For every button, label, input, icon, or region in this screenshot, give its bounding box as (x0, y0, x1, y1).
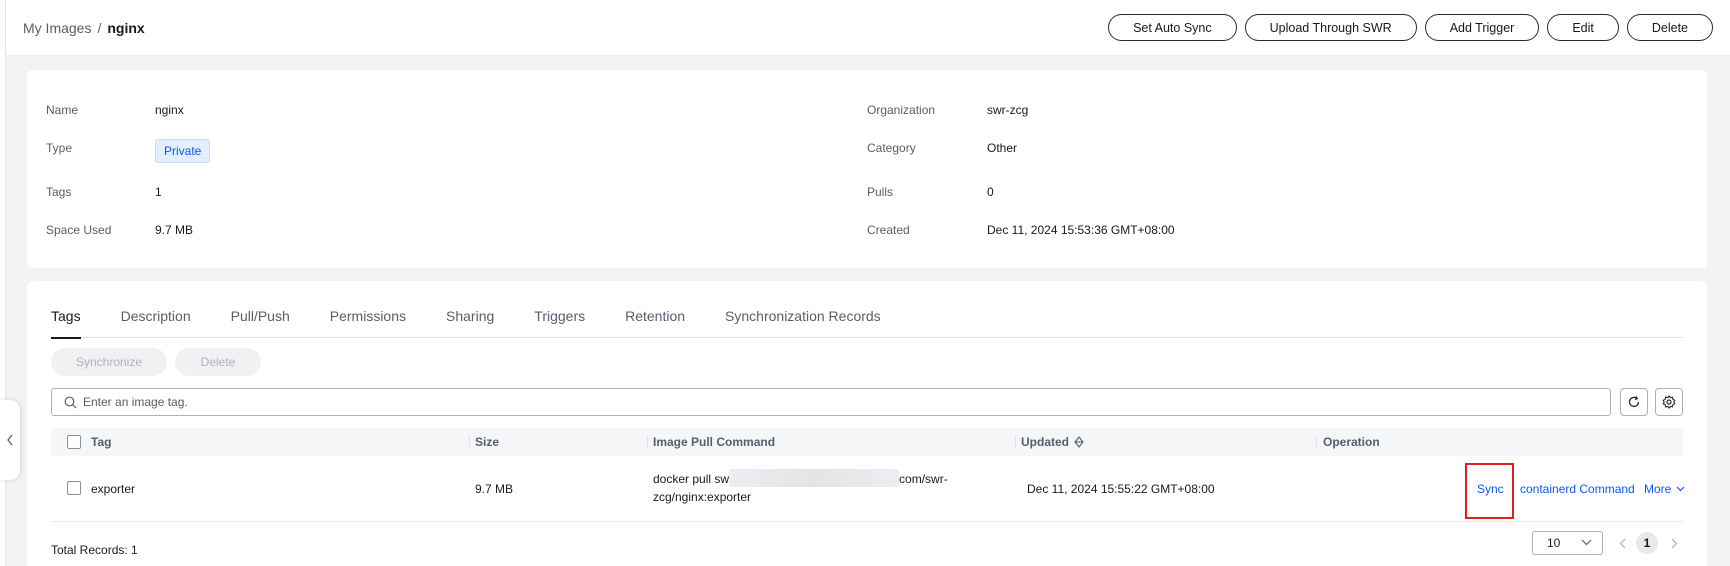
add-trigger-button[interactable]: Add Trigger (1424, 14, 1540, 41)
column-divider (1015, 435, 1016, 449)
space-used-label: Space Used (46, 223, 112, 237)
column-header-updated-label: Updated (1021, 435, 1069, 449)
tab-triggers[interactable]: Triggers (534, 308, 585, 338)
column-header-operation: Operation (1323, 435, 1380, 449)
refresh-icon (1628, 396, 1640, 408)
pull-command-cell: docker pull sw com/swr- zcg/nginx:exporte… (653, 469, 948, 506)
column-divider (647, 435, 648, 449)
page-size-value: 10 (1547, 536, 1561, 550)
refresh-button[interactable] (1620, 388, 1648, 416)
updated-cell: Dec 11, 2024 15:55:22 GMT+08:00 (1027, 482, 1215, 496)
pulls-value: 0 (987, 185, 994, 199)
current-page[interactable]: 1 (1636, 532, 1658, 554)
table-row: exporter 9.7 MB docker pull sw com/swr- z… (51, 456, 1685, 522)
tags-value: 1 (155, 185, 162, 199)
tab-permissions[interactable]: Permissions (330, 308, 406, 338)
pull-command-end: com/swr- (899, 472, 948, 486)
tag-cell: exporter (91, 482, 136, 496)
search-icon (64, 396, 77, 408)
set-auto-sync-button[interactable]: Set Auto Sync (1108, 14, 1237, 41)
select-all-checkbox[interactable] (67, 435, 81, 449)
type-label: Type (46, 141, 73, 155)
breadcrumb: My Images / nginx (23, 20, 145, 36)
select-all-cell (67, 428, 81, 456)
space-used-value: 9.7 MB (155, 223, 194, 237)
column-divider (469, 435, 470, 449)
gear-icon (1662, 395, 1676, 409)
breadcrumb-parent[interactable]: My Images (23, 20, 91, 36)
category-label: Category (867, 141, 916, 155)
column-header-size: Size (475, 435, 500, 449)
chevron-down-icon (1581, 539, 1592, 546)
tags-label: Tags (46, 185, 72, 199)
left-edge (0, 0, 6, 566)
sidebar-collapse-handle[interactable] (0, 400, 20, 480)
search-input[interactable] (83, 395, 1483, 409)
chevron-left-icon (1619, 538, 1625, 548)
chevron-right-icon (1671, 538, 1677, 548)
column-divider (1316, 435, 1317, 449)
synchronize-button[interactable]: Synchronize (51, 348, 167, 376)
pulls-label: Pulls (867, 185, 894, 199)
chevron-left-icon (7, 434, 13, 446)
organization-label: Organization (867, 103, 936, 117)
delete-button[interactable]: Delete (1626, 14, 1713, 41)
organization-value: swr-zcg (987, 103, 1029, 117)
row-checkbox[interactable] (67, 481, 81, 495)
containerd-command-link[interactable]: containerd Command (1520, 482, 1635, 496)
tab-synchronization-records[interactable]: Synchronization Records (725, 308, 881, 338)
tab-tags[interactable]: Tags (51, 308, 81, 339)
page-size-select[interactable]: 10 (1532, 531, 1603, 555)
size-cell: 9.7 MB (475, 482, 514, 496)
created-label: Created (867, 223, 910, 237)
next-page-button[interactable] (1664, 533, 1684, 553)
type-badge: Private (155, 139, 211, 163)
settings-button[interactable] (1655, 388, 1683, 416)
header-actions: Set Auto Sync Upload Through SWR Add Tri… (1108, 14, 1713, 41)
edit-button[interactable]: Edit (1547, 14, 1619, 41)
chevron-down-icon (1676, 486, 1685, 492)
redacted-region (729, 469, 900, 488)
tab-bar: Tags Description Pull/Push Permissions S… (51, 308, 1683, 339)
tab-pull-push[interactable]: Pull/Push (231, 308, 290, 338)
breadcrumb-separator: / (97, 19, 102, 36)
created-value: Dec 11, 2024 15:53:36 GMT+08:00 (987, 223, 1175, 237)
image-info-card: Name nginx Type Private Tags 1 Space Use… (27, 70, 1707, 268)
upload-through-swr-button[interactable]: Upload Through SWR (1244, 14, 1417, 41)
total-records: Total Records: 1 (51, 543, 138, 557)
column-header-updated[interactable]: Updated (1021, 428, 1084, 456)
sort-icon (1074, 436, 1084, 448)
more-dropdown[interactable]: More (1644, 482, 1685, 496)
more-label: More (1644, 482, 1672, 496)
table-header: Tag Size Image Pull Command Updated Oper… (51, 428, 1683, 456)
tags-card: Tags Description Pull/Push Permissions S… (27, 281, 1707, 566)
page-header: My Images / nginx Set Auto Sync Upload T… (6, 0, 1730, 56)
tab-description[interactable]: Description (121, 308, 191, 338)
bulk-delete-button[interactable]: Delete (175, 348, 261, 376)
name-value: nginx (155, 103, 184, 117)
pull-command-start: docker pull sw (653, 472, 730, 486)
column-header-pull-command: Image Pull Command (653, 435, 776, 449)
highlight-box (1465, 463, 1514, 519)
pull-command-line2: zcg/nginx:exporter (653, 490, 752, 504)
breadcrumb-current: nginx (107, 19, 145, 36)
search-box (51, 388, 1611, 416)
name-label: Name (46, 103, 79, 117)
previous-page-button[interactable] (1612, 533, 1632, 553)
tab-retention[interactable]: Retention (625, 308, 685, 338)
category-value: Other (987, 141, 1018, 155)
tab-sharing[interactable]: Sharing (446, 308, 494, 338)
column-header-tag: Tag (91, 435, 112, 449)
